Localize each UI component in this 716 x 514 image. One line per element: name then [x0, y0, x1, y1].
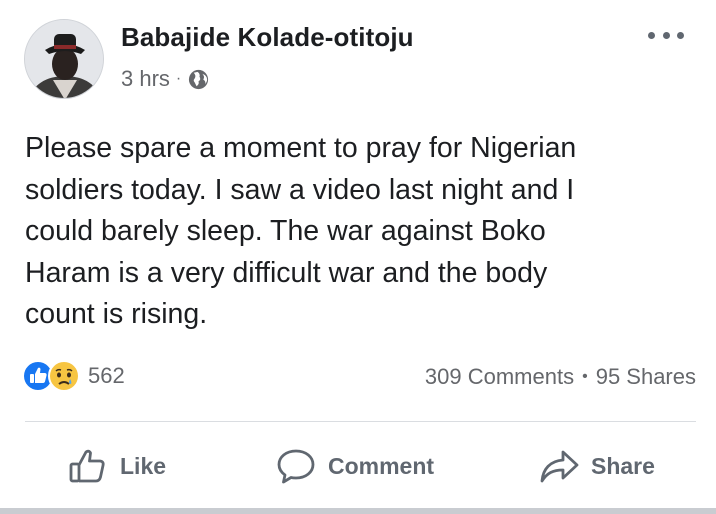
divider	[25, 421, 696, 422]
meta-separator: ·	[175, 70, 182, 87]
shares-count-link[interactable]: 95 Shares	[596, 364, 696, 390]
like-label: Like	[120, 452, 167, 479]
post-text: Please spare a moment to pray for Nigeri…	[25, 132, 577, 330]
reaction-count: 562	[88, 363, 125, 388]
like-button[interactable]: Like	[66, 440, 166, 492]
reactions-summary[interactable]: 562	[22, 360, 125, 392]
share-arrow-icon	[540, 450, 579, 483]
thumbs-up-icon	[69, 449, 105, 483]
comments-count-link[interactable]: 309 Comments	[425, 364, 574, 390]
author-name[interactable]: Babajide Kolade-otitoju	[121, 22, 414, 53]
more-dot	[648, 31, 655, 39]
share-label: Share	[591, 452, 655, 479]
profile-photo	[25, 20, 103, 98]
sad-reaction-icon	[48, 360, 80, 392]
post-meta: 3 hrs ·	[121, 66, 210, 92]
avatar[interactable]	[24, 19, 104, 99]
comment-bubble-icon	[277, 449, 315, 484]
globe-icon	[189, 69, 209, 89]
share-button[interactable]: Share	[537, 440, 655, 492]
more-options-icon[interactable]	[648, 28, 684, 42]
more-dot	[662, 31, 670, 39]
more-dot	[677, 31, 684, 39]
action-bar: Like Comment Share	[0, 440, 716, 496]
comment-button[interactable]: Comment	[274, 440, 434, 492]
post-stats: 309 Comments • 95 Shares	[425, 364, 696, 390]
stats-separator: •	[582, 368, 588, 385]
post-time[interactable]: 3 hrs	[121, 66, 170, 92]
feed-separator	[0, 508, 716, 514]
comment-label: Comment	[328, 452, 435, 479]
